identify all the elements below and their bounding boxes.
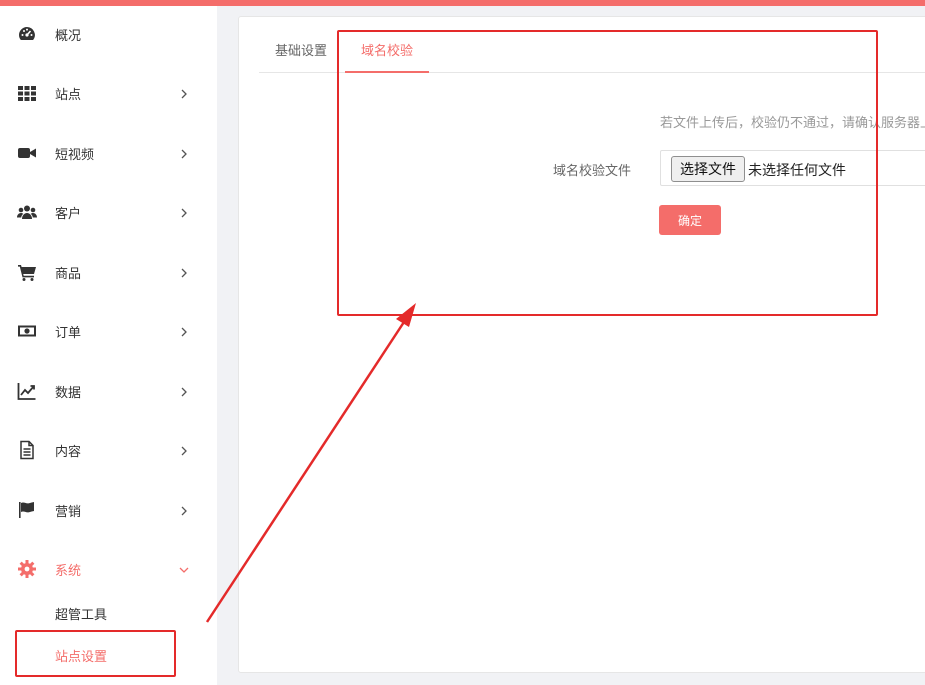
sidebar-item-label: 内容 bbox=[55, 443, 82, 459]
sidebar-item-overview[interactable]: 概况 bbox=[0, 14, 217, 54]
gear-icon bbox=[16, 558, 38, 580]
field-label: 域名校验文件 bbox=[553, 163, 632, 178]
sidebar-item-label: 数据 bbox=[55, 384, 82, 400]
sidebar-item-label: 系统 bbox=[55, 562, 82, 578]
line-chart-icon bbox=[16, 380, 38, 402]
chevron-right-icon bbox=[178, 147, 190, 159]
sidebar-item-label: 短视频 bbox=[55, 146, 95, 162]
tab-basic-settings[interactable]: 基础设置 bbox=[259, 33, 343, 73]
sidebar: 概况 站点 短视频 客户 商品 订单 数据 内容 营销 系统 超管工具 站点设置 bbox=[0, 6, 217, 685]
file-input: 选择文件 未选择任何文件 bbox=[660, 150, 925, 186]
chevron-down-icon bbox=[178, 563, 190, 575]
grid-icon bbox=[16, 82, 38, 104]
tab-bar: 基础设置 域名校验 bbox=[259, 33, 925, 73]
sidebar-item-content[interactable]: 内容 bbox=[0, 430, 217, 470]
document-icon bbox=[16, 439, 38, 461]
sidebar-item-label: 站点 bbox=[55, 86, 82, 102]
confirm-button[interactable]: 确定 bbox=[659, 205, 721, 235]
chevron-right-icon bbox=[178, 266, 190, 278]
sidebar-item-orders[interactable]: 订单 bbox=[0, 311, 217, 351]
sidebar-item-short-video[interactable]: 短视频 bbox=[0, 133, 217, 173]
chevron-right-icon bbox=[178, 444, 190, 456]
chevron-right-icon bbox=[178, 325, 190, 337]
sidebar-item-products[interactable]: 商品 bbox=[0, 252, 217, 292]
sidebar-item-customers[interactable]: 客户 bbox=[0, 192, 217, 232]
sidebar-item-label: 客户 bbox=[55, 205, 82, 221]
flag-icon bbox=[16, 499, 38, 521]
sidebar-item-marketing[interactable]: 营销 bbox=[0, 490, 217, 530]
sidebar-item-label: 概况 bbox=[55, 27, 82, 43]
sidebar-item-site[interactable]: 站点 bbox=[0, 73, 217, 113]
file-status: 未选择任何文件 bbox=[748, 162, 846, 178]
users-icon bbox=[16, 201, 38, 223]
sidebar-item-label: 订单 bbox=[55, 324, 82, 340]
chevron-right-icon bbox=[178, 87, 190, 99]
sidebar-item-data[interactable]: 数据 bbox=[0, 371, 217, 411]
choose-file-button[interactable]: 选择文件 bbox=[671, 156, 745, 182]
sidebar-item-label: 营销 bbox=[55, 503, 82, 519]
cart-icon bbox=[16, 261, 38, 283]
chevron-right-icon bbox=[178, 206, 190, 218]
sidebar-subitem-site-settings[interactable]: 站点设置 bbox=[0, 640, 217, 670]
video-camera-icon bbox=[16, 142, 38, 164]
sidebar-subitem-label: 站点设置 bbox=[55, 648, 108, 664]
sidebar-item-label: 商品 bbox=[55, 265, 82, 281]
dashboard-icon bbox=[16, 23, 38, 45]
sidebar-subitem-label: 超管工具 bbox=[55, 606, 108, 622]
money-icon bbox=[16, 320, 38, 342]
chevron-right-icon bbox=[178, 385, 190, 397]
main-panel: 基础设置 域名校验 若文件上传后，校验仍不通过，请确认服务器上 域名校验文件 选… bbox=[238, 16, 925, 673]
chevron-right-icon bbox=[178, 504, 190, 516]
hint-text: 若文件上传后，校验仍不通过，请确认服务器上 bbox=[660, 115, 925, 130]
sidebar-subitem-super-admin-tools[interactable]: 超管工具 bbox=[0, 598, 217, 628]
tab-domain-verification[interactable]: 域名校验 bbox=[345, 33, 430, 73]
sidebar-item-system[interactable]: 系统 bbox=[0, 549, 217, 589]
